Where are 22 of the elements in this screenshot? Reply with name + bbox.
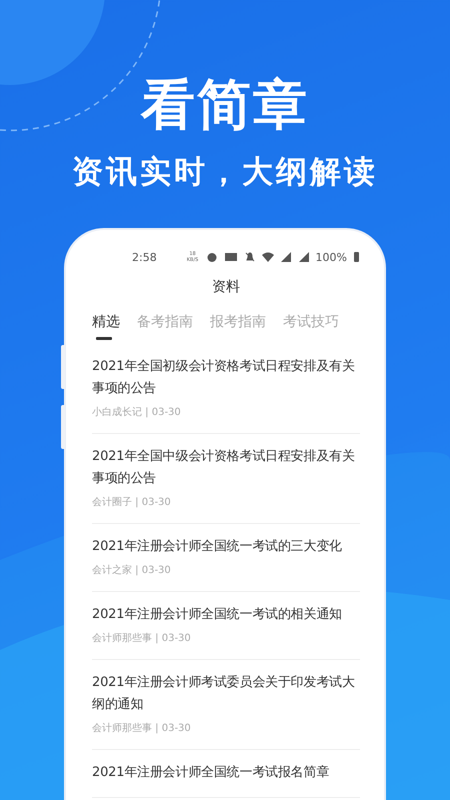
screen-title: 资料 bbox=[211, 278, 241, 297]
article-title[interactable]: 2021年注册会计师全国统一考试报名简章 bbox=[92, 762, 360, 784]
article-meta: 会计之家 | 03-30 bbox=[92, 564, 172, 578]
article-title[interactable]: 2021年注册会计师全国统一考试的三大变化 bbox=[92, 536, 360, 558]
signal-icon bbox=[280, 251, 292, 263]
article-meta: 会计师那些事 | 03-30 bbox=[92, 632, 192, 646]
article-meta: 会计圈子 | 03-30 bbox=[92, 496, 172, 510]
mute-bell-icon bbox=[244, 251, 256, 263]
article-title[interactable]: 2021年注册会计师全国统一考试的相关通知 bbox=[92, 604, 360, 626]
article-meta: 小白成长记 | 03-30 bbox=[92, 406, 182, 420]
signal-icon bbox=[298, 251, 310, 263]
battery-percent: 100% bbox=[316, 250, 347, 264]
status-time: 2:58 bbox=[132, 250, 158, 264]
article-title[interactable]: 2021年全国初级会计资格考试日程安排及有关事项的公告 bbox=[92, 356, 360, 400]
subtitle: 资讯实时，大纲解读 bbox=[72, 153, 378, 192]
article-meta: 会计师那些事 | 03-30 bbox=[92, 722, 192, 736]
battery-icon bbox=[353, 251, 360, 263]
article-title[interactable]: 2021年注册会计师考试委员会关于印发考试大纲的通知 bbox=[92, 672, 360, 716]
headline: 看简章 bbox=[141, 72, 309, 138]
tab[interactable]: 精选 bbox=[92, 312, 120, 340]
wifi-icon bbox=[262, 251, 274, 263]
article-title[interactable]: 2021年全国中级会计资格考试日程安排及有关事项的公告 bbox=[92, 446, 360, 490]
